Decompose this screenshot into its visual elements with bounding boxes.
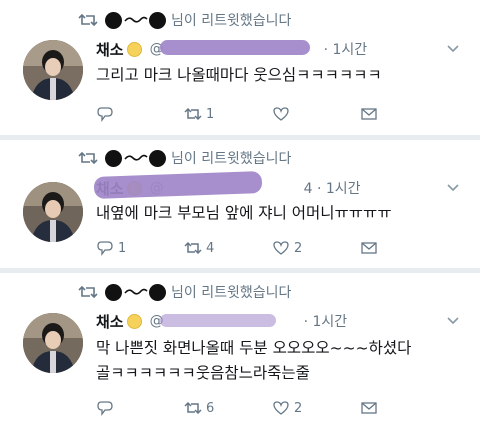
like-button[interactable] xyxy=(272,106,360,122)
retweeter-name-circle-left xyxy=(105,149,122,167)
retweet-count: 4 xyxy=(206,240,215,256)
retweet-icon xyxy=(184,400,202,416)
tweet-card[interactable]: 님이 리트윗했습니다 채소 @ · 1시간 그리고 마크 나올때마다 웃으심ㅋㅋ… xyxy=(0,0,480,135)
retweet-icon xyxy=(184,240,202,256)
heart-icon xyxy=(272,400,290,416)
timestamp[interactable]: · 1시간 xyxy=(324,39,368,59)
dm-button[interactable] xyxy=(360,240,378,256)
redaction-mark xyxy=(160,314,276,327)
retweeter-name-tilde xyxy=(122,151,149,165)
retweeter-name-circle-left xyxy=(105,11,122,29)
retweet-label: 님이 리트윗했습니다 xyxy=(171,285,292,301)
avatar[interactable] xyxy=(23,40,83,100)
reply-button[interactable]: 1 xyxy=(96,240,184,256)
like-count: 2 xyxy=(294,240,303,256)
timestamp[interactable]: · 1시간 xyxy=(304,311,348,331)
tweet-text: 막 나쁜짓 화면나올때 두분 오오오오~~~하셨다 골ㅋㅋㅋㅋㅋㅋ웃음참느라죽는… xyxy=(96,339,412,382)
retweet-button[interactable]: 4 xyxy=(184,240,272,256)
avatar[interactable] xyxy=(23,182,83,242)
retweeter-name-circle-right xyxy=(149,11,166,29)
emoji-icon xyxy=(126,313,142,329)
retweet-context: 님이 리트윗했습니다 xyxy=(78,148,291,168)
reply-count: 1 xyxy=(118,240,127,256)
like-button[interactable]: 2 xyxy=(272,240,360,256)
reply-icon xyxy=(96,400,114,416)
like-count: 2 xyxy=(294,400,303,416)
reply-icon xyxy=(96,240,114,256)
tweet-card[interactable]: 님이 리트윗했습니다 채소 @ · 1시간 막 나쁜짓 화면나올때 두분 오오오… xyxy=(0,273,480,430)
avatar[interactable] xyxy=(23,313,83,373)
envelope-icon xyxy=(360,240,378,256)
retweet-count: 6 xyxy=(206,400,215,416)
retweet-icon xyxy=(78,285,98,299)
action-bar: 1 xyxy=(96,105,378,123)
retweeter-name-tilde xyxy=(122,13,149,27)
retweeter-name-circle-right xyxy=(149,149,166,167)
retweet-label: 님이 리트윗했습니다 xyxy=(171,13,292,29)
display-name[interactable]: 채소 xyxy=(96,39,124,60)
tweet-text: 내옆에 마크 부모님 앞에 쟈니 어머니ㅠㅠㅠㅠ xyxy=(96,204,392,222)
tweet-card[interactable]: 님이 리트윗했습니다 채소 @ 4 · 1시간 내옆에 마크 부모님 앞에 쟈니… xyxy=(0,140,480,268)
like-button[interactable]: 2 xyxy=(272,400,360,416)
action-bar: 1 4 2 xyxy=(96,239,378,257)
dm-button[interactable] xyxy=(360,400,378,416)
heart-icon xyxy=(272,106,290,122)
heart-icon xyxy=(272,240,290,256)
chevron-down-icon[interactable] xyxy=(446,183,460,193)
retweet-label: 님이 리트윗했습니다 xyxy=(171,151,292,167)
redaction-mark xyxy=(160,40,310,55)
chevron-down-icon[interactable] xyxy=(446,316,460,326)
retweet-context: 님이 리트윗했습니다 xyxy=(78,10,291,30)
envelope-icon xyxy=(360,106,378,122)
retweeter-name-tilde xyxy=(122,285,149,299)
retweeter-name-circle-left xyxy=(105,283,122,301)
reply-icon xyxy=(96,106,114,122)
retweet-icon xyxy=(78,13,98,27)
retweet-icon xyxy=(184,106,202,122)
dm-button[interactable] xyxy=(360,106,378,122)
retweet-count: 1 xyxy=(206,106,215,122)
action-bar: 6 2 xyxy=(96,399,378,417)
emoji-icon xyxy=(126,41,142,57)
retweet-button[interactable]: 1 xyxy=(184,106,272,122)
reply-button[interactable] xyxy=(96,400,184,416)
reply-button[interactable] xyxy=(96,106,184,122)
retweet-context: 님이 리트윗했습니다 xyxy=(78,282,291,302)
envelope-icon xyxy=(360,400,378,416)
chevron-down-icon[interactable] xyxy=(446,44,460,54)
tweet-text: 그리고 마크 나올때마다 웃으심ㅋㅋㅋㅋㅋㅋ xyxy=(96,66,382,84)
display-name[interactable]: 채소 xyxy=(96,311,124,332)
retweet-button[interactable]: 6 xyxy=(184,400,272,416)
timestamp[interactable]: 4 · 1시간 xyxy=(304,178,361,198)
retweet-icon xyxy=(78,151,98,165)
retweeter-name-circle-right xyxy=(149,283,166,301)
